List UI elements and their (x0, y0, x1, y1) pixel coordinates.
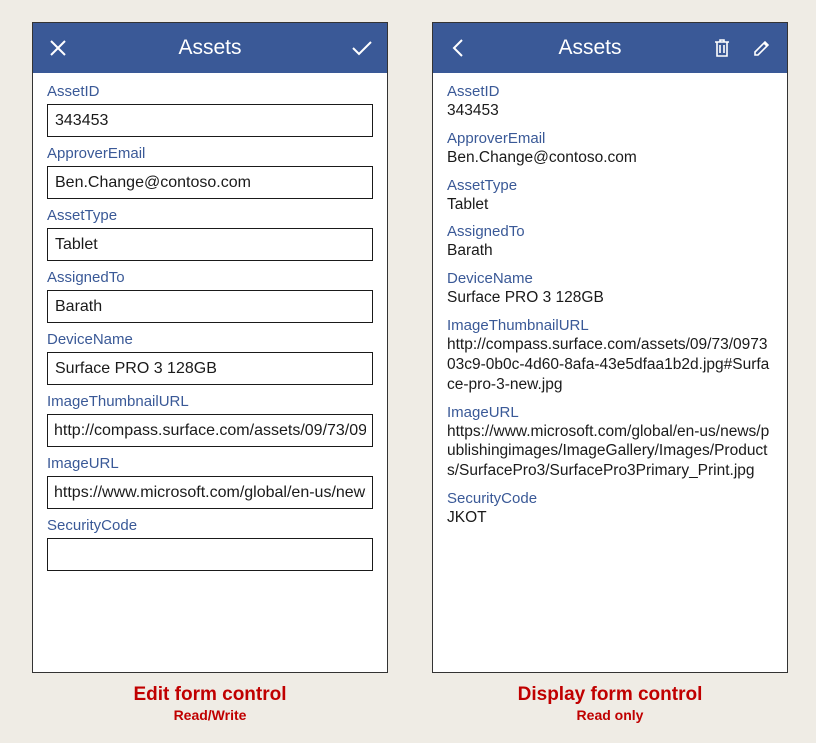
field-assigned-to: AssignedTo (47, 269, 373, 323)
caption-edit: Edit form control Read/Write (32, 684, 388, 723)
field-label: ImageThumbnailURL (447, 317, 773, 334)
app-header-edit: Assets (33, 23, 387, 73)
close-icon[interactable] (45, 35, 71, 61)
field-label: ApproverEmail (47, 145, 373, 162)
security-code-value: JKOT (447, 508, 773, 528)
caption-display: Display form control Read only (432, 684, 788, 723)
security-code-input[interactable] (47, 538, 373, 571)
device-name-input[interactable] (47, 352, 373, 385)
assigned-to-input[interactable] (47, 290, 373, 323)
field-label: AssignedTo (47, 269, 373, 286)
display-form-body: AssetID 343453 ApproverEmail Ben.Change@… (433, 73, 787, 672)
device-name-value: Surface PRO 3 128GB (447, 288, 773, 308)
page-title: Assets (71, 36, 349, 60)
caption-line1: Edit form control (32, 684, 388, 706)
asset-type-value: Tablet (447, 195, 773, 215)
approver-email-value: Ben.Change@contoso.com (447, 148, 773, 168)
caption-line2: Read only (432, 707, 788, 723)
field-label: SecurityCode (47, 517, 373, 534)
field-image-thumbnail-url: ImageThumbnailURL (47, 393, 373, 447)
image-url-value: https://www.microsoft.com/global/en-us/n… (447, 422, 773, 481)
field-label: ImageURL (447, 404, 773, 421)
asset-id-value: 343453 (447, 101, 773, 121)
field-asset-id: AssetID (47, 83, 373, 137)
caption-line1: Display form control (432, 684, 788, 706)
back-icon[interactable] (445, 35, 471, 61)
assigned-to-value: Barath (447, 241, 773, 261)
field-label: DeviceName (47, 331, 373, 348)
field-security-code: SecurityCode (47, 517, 373, 571)
check-icon[interactable] (349, 35, 375, 61)
caption-line2: Read/Write (32, 707, 388, 723)
field-approver-email: ApproverEmail (47, 145, 373, 199)
trash-icon[interactable] (709, 35, 735, 61)
field-label: DeviceName (447, 270, 773, 287)
field-asset-type: AssetType (47, 207, 373, 261)
field-label: ApproverEmail (447, 130, 773, 147)
field-label: AssignedTo (447, 223, 773, 240)
approver-email-input[interactable] (47, 166, 373, 199)
edit-icon[interactable] (749, 35, 775, 61)
edit-form-body: AssetID ApproverEmail AssetType Assigned… (33, 73, 387, 672)
app-header-display: Assets (433, 23, 787, 73)
field-label: ImageURL (47, 455, 373, 472)
image-thumbnail-url-value: http://compass.surface.com/assets/09/73/… (447, 335, 773, 394)
asset-id-input[interactable] (47, 104, 373, 137)
field-label: SecurityCode (447, 490, 773, 507)
field-label: AssetType (47, 207, 373, 224)
field-label: AssetType (447, 177, 773, 194)
field-device-name: DeviceName (47, 331, 373, 385)
display-form-panel: Assets AssetID 343453 ApproverEmail Ben.… (432, 22, 788, 673)
field-label: AssetID (447, 83, 773, 100)
edit-form-panel: Assets AssetID ApproverEmail AssetType A… (32, 22, 388, 673)
field-label: AssetID (47, 83, 373, 100)
page-title: Assets (471, 36, 709, 60)
image-url-input[interactable] (47, 476, 373, 509)
field-image-url: ImageURL (47, 455, 373, 509)
asset-type-input[interactable] (47, 228, 373, 261)
field-label: ImageThumbnailURL (47, 393, 373, 410)
image-thumbnail-url-input[interactable] (47, 414, 373, 447)
